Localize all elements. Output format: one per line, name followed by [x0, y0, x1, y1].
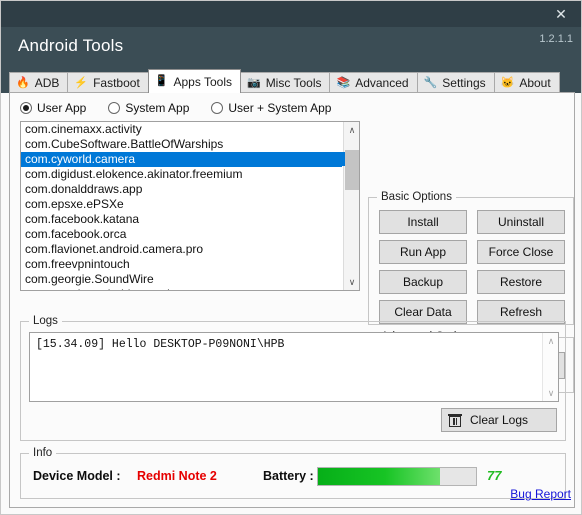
- logs-text: [15.34.09] Hello DESKTOP-P09NONI\HPB: [36, 338, 285, 351]
- radio-label: System App: [125, 101, 190, 115]
- basic-options-group: Basic Options Install Uninstall Run App For…: [368, 191, 574, 325]
- tab-label: Settings: [442, 76, 486, 90]
- battery-label: Battery :: [263, 469, 314, 483]
- trash-icon: [448, 413, 462, 428]
- list-item[interactable]: com.georgie.SoundWire: [21, 272, 342, 287]
- radio-user-app[interactable]: User App: [20, 101, 86, 115]
- radio-user-system-app[interactable]: User + System App: [211, 101, 331, 115]
- uninstall-button[interactable]: Uninstall: [477, 210, 565, 234]
- logs-group: Logs [15.34.09] Hello DESKTOP-P09NONI\HP…: [20, 315, 566, 441]
- logs-scrollbar[interactable]: ∧ ∨: [542, 333, 558, 401]
- scroll-position-marker: [342, 152, 345, 166]
- tab-label: ADB: [34, 76, 60, 90]
- logs-scroll-up-icon[interactable]: ∧: [543, 333, 558, 349]
- battery-value: 77: [487, 468, 502, 483]
- device-model-label: Device Model :: [33, 469, 121, 483]
- radio-system-app[interactable]: System App: [108, 101, 189, 115]
- list-item[interactable]: com.flavionet.android.camera.pro: [21, 242, 342, 257]
- list-item[interactable]: com.freevpnintouch: [21, 257, 342, 272]
- cat-icon: 🐱: [500, 76, 515, 89]
- bolt-icon: ⚡: [74, 76, 89, 89]
- tab-misc-tools[interactable]: 📷 Misc Tools: [239, 72, 331, 93]
- tab-label: Apps Tools: [173, 74, 232, 89]
- radio-label: User + System App: [228, 101, 332, 115]
- close-icon[interactable]: ✕: [539, 1, 581, 27]
- list-item[interactable]: com.CubeSoftware.BattleOfWarships: [21, 137, 342, 152]
- clear-logs-label: Clear Logs: [470, 413, 529, 427]
- page-title: Android Tools: [18, 36, 124, 55]
- logs-scroll-down-icon[interactable]: ∨: [543, 385, 558, 401]
- app-list-scrollbar[interactable]: ∧ ∨: [342, 122, 359, 290]
- info-group: Info Device Model : Redmi Note 2 Battery…: [20, 447, 566, 499]
- list-item[interactable]: com.cyworld.camera: [21, 152, 342, 167]
- tab-strip: 🔥 ADB ⚡ Fastboot 📱 Apps Tools 📷 Misc Tools 📚 Adva…: [1, 68, 581, 93]
- wrench-icon: 🔧: [423, 76, 438, 89]
- tab-panel-apps-tools: User App System App User + System App com.…: [9, 92, 575, 508]
- tab-fastboot[interactable]: ⚡ Fastboot: [67, 72, 149, 93]
- fire-icon: 🔥: [16, 76, 30, 89]
- app-window: ✕ Android Tools 1.2.1.1 🔥 ADB ⚡ Fastboot 📱 Ap…: [0, 0, 582, 515]
- battery-progress-fill: [318, 468, 440, 485]
- tab-label: About: [519, 76, 551, 90]
- radio-dot-icon: [108, 102, 121, 114]
- tab-label: Advanced: [355, 76, 409, 90]
- scroll-up-icon[interactable]: ∧: [344, 122, 359, 138]
- radio-label: User App: [37, 101, 87, 115]
- radio-dot-icon: [211, 102, 224, 114]
- list-item[interactable]: com.epsxe.ePSXe: [21, 197, 342, 212]
- tab-about[interactable]: 🐱 About: [493, 72, 560, 93]
- radio-dot-icon: [20, 102, 32, 114]
- list-item[interactable]: com.digidust.elokence.akinator.freemium: [21, 167, 342, 182]
- list-item[interactable]: com.donalddraws.app: [21, 182, 342, 197]
- tab-settings[interactable]: 🔧 Settings: [416, 72, 495, 93]
- app-filter-radios: User App System App User + System App: [20, 101, 353, 115]
- title-bar: ✕: [1, 1, 581, 27]
- phone-icon: 📱: [154, 75, 169, 87]
- list-item[interactable]: com.facebook.orca: [21, 227, 342, 242]
- scroll-down-icon[interactable]: ∨: [344, 274, 359, 290]
- scrollbar-thumb[interactable]: [345, 150, 359, 190]
- bug-report-link[interactable]: Bug Report: [510, 487, 571, 501]
- device-model-value: Redmi Note 2: [137, 469, 217, 483]
- basic-options-legend: Basic Options: [377, 191, 456, 203]
- tab-label: Misc Tools: [265, 76, 322, 90]
- install-button[interactable]: Install: [379, 210, 467, 234]
- backup-button[interactable]: Backup: [379, 270, 467, 294]
- list-item[interactable]: com.google.android.apps.docs: [21, 287, 342, 290]
- logs-textarea[interactable]: [15.34.09] Hello DESKTOP-P09NONI\HPB ∧ ∨: [29, 332, 559, 402]
- app-list[interactable]: com.cinemaxx.activity com.CubeSoftware.Ba…: [20, 121, 360, 291]
- clear-logs-button[interactable]: Clear Logs: [441, 408, 557, 432]
- logs-legend: Logs: [29, 315, 62, 327]
- list-item[interactable]: com.cinemaxx.activity: [21, 122, 342, 137]
- tab-advanced[interactable]: 📚 Advanced: [329, 72, 418, 93]
- app-header: Android Tools 1.2.1.1: [1, 27, 581, 68]
- run-app-button[interactable]: Run App: [379, 240, 467, 264]
- force-close-button[interactable]: Force Close: [477, 240, 565, 264]
- tab-adb[interactable]: 🔥 ADB: [9, 72, 69, 93]
- camera-icon: 📷: [246, 76, 261, 89]
- restore-button[interactable]: Restore: [477, 270, 565, 294]
- tab-apps-tools[interactable]: 📱 Apps Tools: [147, 69, 241, 93]
- books-icon: 📚: [336, 76, 351, 89]
- tab-label: Fastboot: [93, 76, 140, 90]
- battery-progress-bar: [317, 467, 477, 486]
- list-item[interactable]: com.facebook.katana: [21, 212, 342, 227]
- version-label: 1.2.1.1: [539, 33, 573, 45]
